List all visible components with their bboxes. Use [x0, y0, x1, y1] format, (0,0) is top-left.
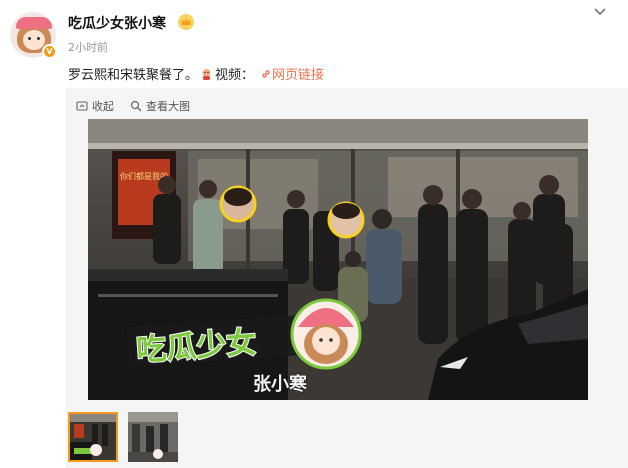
- collapse-button[interactable]: 收起: [76, 98, 114, 114]
- post-timestamp[interactable]: 2小时前: [68, 39, 108, 55]
- chevron-down-icon[interactable]: [590, 4, 610, 20]
- watermark-subtitle: 张小寒: [253, 373, 308, 395]
- post-text-suffix: 视频：: [215, 68, 255, 83]
- thumbnail-1[interactable]: [68, 412, 118, 462]
- verified-badge: V: [42, 44, 57, 59]
- post-photo[interactable]: 你们都是我的 吃瓜少女 张小寒: [88, 119, 588, 400]
- collapse-icon: [76, 101, 88, 111]
- thumbnail-2[interactable]: [128, 412, 178, 462]
- watermark-title: 吃瓜少女: [135, 325, 257, 368]
- view-full-image-label: 查看大图: [146, 100, 190, 113]
- watermark: 吃瓜少女 张小寒: [126, 298, 362, 396]
- collapse-label: 收起: [92, 100, 114, 113]
- weibo-post-card: V 吃瓜少女张小寒 2小时前 罗云熙和宋轶聚餐了。 视频： 网页链接 收起 查看…: [0, 0, 628, 468]
- thumbnail-strip: [68, 412, 178, 462]
- crown-icon: [178, 14, 194, 30]
- post-text: 罗云熙和宋轶聚餐了。: [68, 68, 199, 83]
- emoji-icon: [202, 69, 211, 80]
- web-link[interactable]: 网页链接: [272, 68, 324, 83]
- post-body: 罗云熙和宋轶聚餐了。 视频： 网页链接: [68, 64, 324, 83]
- author-name[interactable]: 吃瓜少女张小寒: [68, 13, 166, 33]
- link-icon: [262, 70, 270, 78]
- media-area: 收起 查看大图 你们都是我的 吃瓜少女 张小寒: [66, 88, 628, 468]
- magnifier-icon: [130, 100, 142, 112]
- view-full-image-button[interactable]: 查看大图: [130, 98, 190, 114]
